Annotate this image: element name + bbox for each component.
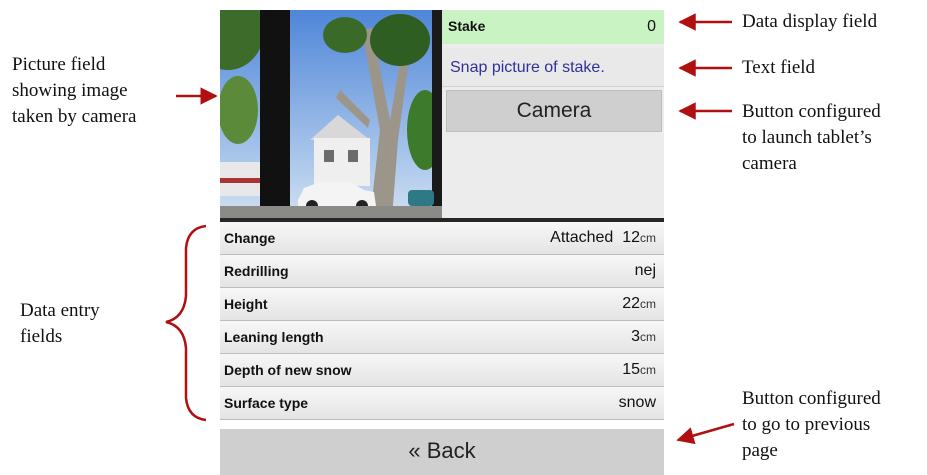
- brace-data-entry-fields: [165, 224, 207, 422]
- arrow-back-button: [676, 422, 735, 445]
- annotation-arrows: [165, 13, 735, 445]
